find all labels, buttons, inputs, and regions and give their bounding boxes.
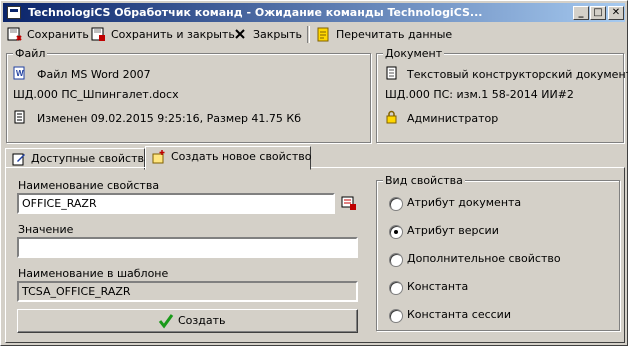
reread-icon [317, 27, 329, 42]
document-type: Текстовый конструкторский документ [407, 68, 628, 81]
value-input[interactable] [17, 237, 358, 258]
toolbar: Сохранить Сохранить и закрыть Закрыть Пе… [3, 23, 625, 46]
toolbar-separator [307, 26, 310, 43]
document-name: ШД.000 ПС: изм.1 58-2014 ИИ#2 [385, 88, 574, 101]
document-group-title: Документ [383, 47, 445, 60]
tab-strip: Доступные свойства Создать новое свойств… [5, 146, 625, 170]
radio-label[interactable]: Дополнительное свойство [407, 252, 561, 265]
edit-icon [12, 153, 25, 166]
radio-label[interactable]: Константа сессии [407, 308, 511, 321]
file-group-title: Файл [13, 47, 48, 60]
radio-label[interactable]: Константа [407, 280, 468, 293]
close-window-button[interactable]: ✕ [608, 6, 624, 20]
word-file-icon: W [13, 66, 25, 80]
save-and-close-button[interactable]: Сохранить и закрыть [91, 26, 235, 43]
property-name-input[interactable]: OFFICE_RAZR [17, 193, 335, 214]
window-title: TechnologiCS Обработчик команд - Ожидани… [28, 6, 483, 19]
property-name-label: Наименование свойства [18, 179, 160, 192]
radio-label[interactable]: Атрибут версии [407, 224, 499, 237]
radio-button[interactable] [389, 309, 403, 323]
minimize-button[interactable]: _ [573, 6, 589, 20]
check-icon [158, 314, 174, 329]
document-user: Администратор [407, 112, 499, 125]
document-icon [14, 110, 25, 124]
template-name-label: Наименование в шаблоне [18, 267, 169, 280]
save-button[interactable]: Сохранить [7, 26, 89, 43]
document-group: Документ Текстовый конструкторский докум… [376, 47, 628, 143]
close-icon [235, 29, 245, 39]
lock-icon [386, 110, 397, 124]
create-property-panel: Наименование свойства OFFICE_RAZR Значен… [5, 167, 625, 343]
text-document-icon [386, 66, 397, 80]
property-kind-group: Вид свойства Атрибут документа Атрибут ве… [376, 174, 620, 331]
radio-button[interactable] [389, 253, 403, 267]
radio-button[interactable] [389, 281, 403, 295]
radio-button[interactable] [389, 225, 403, 239]
radio-property-kind[interactable] [389, 281, 403, 295]
radio-property-kind[interactable] [389, 225, 403, 239]
radio-property-kind[interactable] [389, 253, 403, 267]
create-button[interactable]: Создать [17, 309, 358, 333]
file-type: Файл MS Word 2007 [37, 68, 151, 81]
pick-property-icon[interactable] [341, 195, 357, 211]
app-icon [7, 6, 21, 19]
template-name-field: TCSA_OFFICE_RAZR [17, 281, 358, 302]
property-kind-title: Вид свойства [383, 174, 465, 187]
file-modified: Изменен 09.02.2015 9:25:16, Размер 41.75… [37, 112, 302, 125]
reread-data-button[interactable]: Перечитать данные [316, 26, 452, 43]
file-name: ШД.000 ПС_Шпингалет.docx [13, 88, 179, 101]
title-bar[interactable]: TechnologiCS Обработчик команд - Ожидани… [3, 3, 625, 22]
new-property-icon [152, 150, 165, 164]
maximize-button[interactable]: □ [590, 6, 606, 20]
value-label: Значение [18, 223, 74, 236]
svg-text:W: W [16, 69, 24, 78]
main-window: TechnologiCS Обработчик команд - Ожидани… [0, 0, 628, 346]
radio-button[interactable] [389, 197, 403, 211]
file-group: Файл W Файл MS Word 2007 ШД.000 ПС_Шпинг… [6, 47, 371, 143]
radio-property-kind[interactable] [389, 309, 403, 323]
tab-create-property[interactable]: Создать новое свойство [145, 146, 311, 170]
save-icon [7, 27, 22, 41]
radio-label[interactable]: Атрибут документа [407, 196, 521, 209]
radio-property-kind[interactable] [389, 197, 403, 211]
close-button[interactable]: Закрыть [233, 26, 303, 43]
save-close-icon [91, 27, 105, 41]
